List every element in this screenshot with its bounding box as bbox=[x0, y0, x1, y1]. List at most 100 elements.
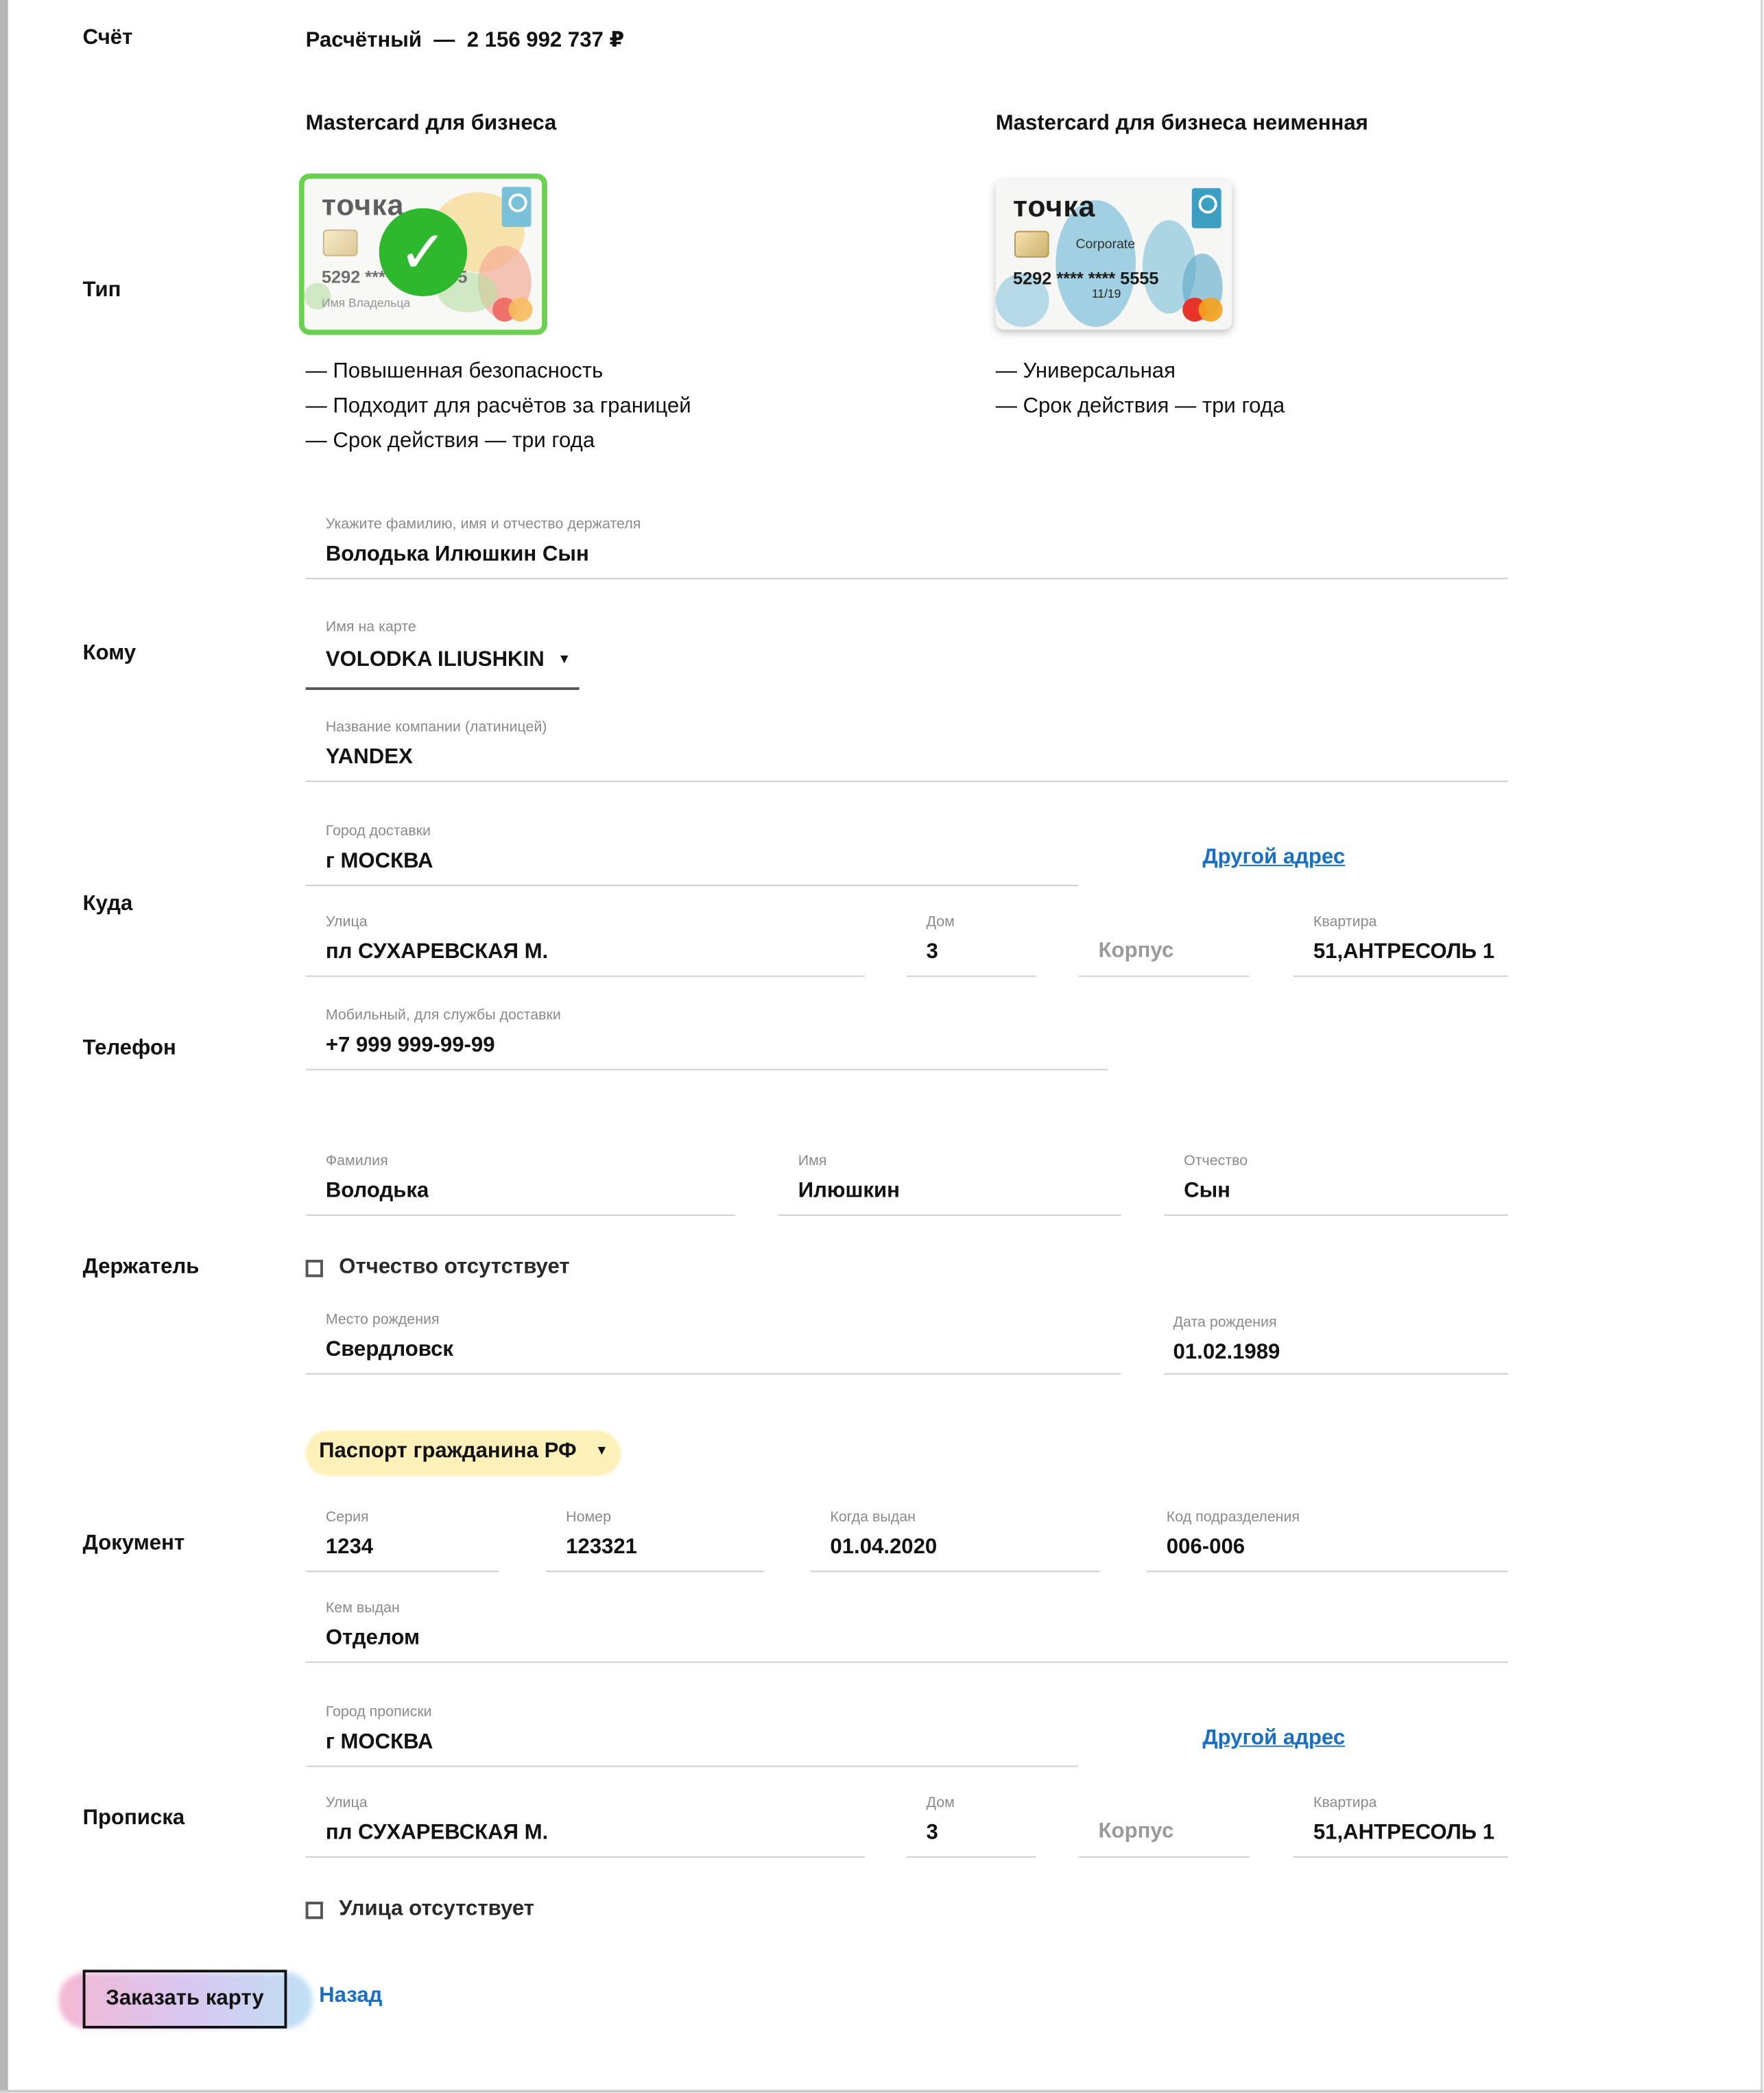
registration-other-address-link[interactable]: Другой адрес bbox=[1202, 1727, 1345, 1751]
field-caption: Название компании (латиницей) bbox=[325, 719, 547, 736]
field-value: г МОСКВА bbox=[325, 1730, 433, 1754]
field-caption: Отчество bbox=[1184, 1153, 1248, 1169]
field-caption: Мобильный, для службы доставки bbox=[325, 1007, 561, 1024]
passport-issue-date-field[interactable]: Когда выдан 01.04.2020 bbox=[810, 1509, 1100, 1572]
patronymic-field[interactable]: Отчество Сын bbox=[1163, 1153, 1508, 1216]
delivery-city-field[interactable]: Город доставки г МОСКВА bbox=[305, 823, 1079, 887]
delivery-building-field[interactable]: Корпус bbox=[1078, 914, 1250, 977]
checkbox-box[interactable] bbox=[305, 1901, 323, 1919]
order-card-button[interactable]: Заказать карту bbox=[82, 1970, 287, 2029]
document-type-value: Паспорт гражданина РФ bbox=[319, 1439, 577, 1463]
field-value: YANDEX bbox=[325, 745, 413, 769]
registration-label: Прописка bbox=[82, 1806, 185, 1830]
registration-apartment-field[interactable]: Квартира 51,АНТРЕСОЛЬ 1 bbox=[1293, 1795, 1508, 1858]
field-caption: Дата рождения bbox=[1173, 1314, 1277, 1331]
field-caption: Квартира bbox=[1313, 914, 1377, 931]
no-street-checkbox[interactable]: Улица отсутствует bbox=[305, 1898, 535, 1922]
holder-fullname-field[interactable]: Укажите фамилию, имя и отчество держател… bbox=[305, 516, 1508, 579]
passport-series-field[interactable]: Серия 1234 bbox=[305, 1509, 499, 1572]
back-link[interactable]: Назад bbox=[319, 1985, 382, 2009]
phone-field[interactable]: Мобильный, для службы доставки +7 999 99… bbox=[305, 1007, 1108, 1071]
registration-street-field[interactable]: Улица пл СУХАРЕВСКАЯ М. bbox=[305, 1795, 866, 1858]
order-button-wrapper: Заказать карту bbox=[58, 1962, 313, 2037]
field-value: Сын bbox=[1184, 1180, 1230, 1203]
division-code-field[interactable]: Код подразделения 006-006 bbox=[1146, 1509, 1508, 1572]
field-value: Отделом bbox=[325, 1627, 420, 1650]
chip-icon bbox=[1014, 230, 1049, 258]
card-brand: точка bbox=[1013, 189, 1096, 223]
field-value: 1234 bbox=[325, 1535, 374, 1559]
field-value: пл СУХАРЕВСКАЯ М. bbox=[325, 1821, 549, 1845]
field-caption: Дом bbox=[926, 1795, 955, 1811]
document-label: Документ bbox=[82, 1532, 185, 1555]
document-type-select[interactable]: Паспорт гражданина РФ ▼ bbox=[305, 1428, 621, 1479]
card-features-unnamed: — Универсальная — Срок действия — три го… bbox=[996, 355, 1285, 424]
feature-item: — Подходит для расчётов за границей bbox=[305, 395, 691, 418]
card-option-unnamed[interactable]: точка Corporate 5292 **** **** 5555 11/1… bbox=[995, 180, 1232, 330]
holder-label: Держатель bbox=[82, 1256, 200, 1279]
last-name-field[interactable]: Фамилия Володька bbox=[305, 1153, 736, 1216]
card-name-select[interactable]: Имя на карте VOLODKA ILIUSHKIN ▼ bbox=[305, 619, 580, 691]
card-brand: точка bbox=[321, 188, 405, 222]
field-value: пл СУХАРЕВСКАЯ М. bbox=[325, 940, 549, 964]
delivery-other-address-link[interactable]: Другой адрес bbox=[1202, 846, 1345, 870]
bank-badge-icon bbox=[1191, 188, 1221, 228]
field-value: Илюшкин bbox=[798, 1180, 900, 1203]
birthplace-field[interactable]: Место рождения Свердловск bbox=[305, 1312, 1121, 1375]
first-name-field[interactable]: Имя Илюшкин bbox=[778, 1153, 1121, 1216]
account-label: Счёт bbox=[82, 26, 133, 50]
delivery-street-field[interactable]: Улица пл СУХАРЕВСКАЯ М. bbox=[305, 914, 866, 977]
field-value: 3 bbox=[926, 1821, 938, 1845]
checkbox-box[interactable] bbox=[305, 1259, 323, 1277]
birthdate-field[interactable]: Дата рождения 01.02.1989 bbox=[1163, 1314, 1508, 1375]
card-features-named: — Повышенная безопасность — Подходит для… bbox=[306, 355, 691, 459]
field-caption: Улица bbox=[325, 914, 368, 931]
card-option-named[interactable]: точка 5292 **** **** 5555 Имя Владельца … bbox=[298, 173, 547, 335]
field-caption: Серия bbox=[325, 1509, 369, 1526]
feature-item: — Срок действия — три года bbox=[995, 395, 1285, 418]
company-field[interactable]: Название компании (латиницей) YANDEX bbox=[305, 719, 1508, 782]
right-border bbox=[1760, 0, 1763, 2093]
card-title-named: Mastercard для бизнеса bbox=[305, 112, 557, 135]
account-value: Расчётный — 2 156 992 737 ₽ bbox=[305, 29, 625, 52]
field-caption: Квартира bbox=[1313, 1795, 1377, 1811]
passport-number-field[interactable]: Номер 123321 bbox=[545, 1509, 764, 1572]
field-value: Володька Илюшкин Сын bbox=[325, 543, 589, 566]
checkbox-label: Улица отсутствует bbox=[339, 1898, 535, 1921]
registration-building-field[interactable]: Корпус bbox=[1078, 1795, 1250, 1858]
delivery-apartment-field[interactable]: Квартира 51,АНТРЕСОЛЬ 1 bbox=[1293, 914, 1508, 977]
issued-by-field[interactable]: Кем выдан Отделом bbox=[305, 1600, 1508, 1663]
field-caption: Город прописки bbox=[325, 1704, 432, 1721]
field-value: 51,АНТРЕСОЛЬ 1 bbox=[1313, 1821, 1495, 1845]
field-caption: Имя bbox=[798, 1153, 827, 1169]
mastercard-logo-icon bbox=[1182, 297, 1223, 322]
card-expiry: 11/19 bbox=[1091, 287, 1121, 300]
field-caption: Имя на карте bbox=[325, 619, 416, 636]
field-caption: Улица bbox=[325, 1795, 368, 1811]
field-value: 3 bbox=[926, 940, 938, 964]
chevron-down-icon: ▼ bbox=[595, 1444, 609, 1459]
no-patronymic-checkbox[interactable]: Отчество отсутствует bbox=[305, 1256, 570, 1280]
registration-city-field[interactable]: Город прописки г МОСКВА bbox=[305, 1704, 1079, 1767]
feature-item: — Универсальная bbox=[995, 360, 1176, 383]
registration-house-field[interactable]: Дом 3 bbox=[906, 1795, 1036, 1858]
field-value: Володька bbox=[325, 1180, 429, 1203]
feature-item: — Срок действия — три года bbox=[305, 429, 595, 453]
delivery-house-field[interactable]: Дом 3 bbox=[906, 914, 1036, 977]
field-value: 006-006 bbox=[1166, 1535, 1245, 1559]
card-subtitle: Corporate bbox=[1075, 237, 1136, 252]
field-placeholder: Корпус bbox=[1098, 1820, 1174, 1843]
bank-badge-icon bbox=[501, 187, 532, 227]
field-caption: Фамилия bbox=[325, 1153, 388, 1169]
field-value: 51,АНТРЕСОЛЬ 1 bbox=[1313, 940, 1495, 964]
field-value: 01.02.1989 bbox=[1173, 1341, 1280, 1364]
type-label: Тип bbox=[82, 278, 121, 302]
field-caption: Город доставки bbox=[325, 823, 431, 840]
field-value: 01.04.2020 bbox=[830, 1535, 938, 1559]
chevron-down-icon: ▼ bbox=[558, 653, 571, 668]
field-value: г МОСКВА bbox=[325, 850, 433, 873]
selected-check-icon: ✓ bbox=[379, 208, 468, 297]
field-caption: Кем выдан bbox=[325, 1600, 400, 1616]
mastercard-logo-icon bbox=[492, 297, 533, 322]
delivery-label: Куда bbox=[82, 892, 133, 916]
